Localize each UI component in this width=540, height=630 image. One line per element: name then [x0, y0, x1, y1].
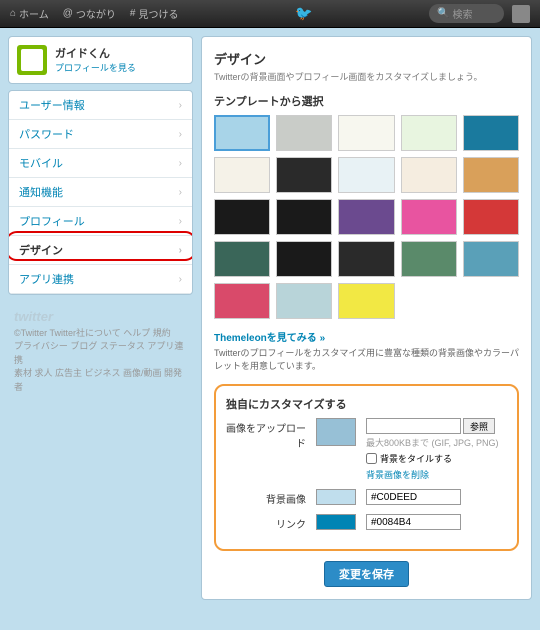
customize-panel: 独自にカスタマイズする 画像をアップロード 参照 最大800KBまで (GIF,…	[214, 384, 519, 551]
avatar	[17, 45, 47, 75]
template-thumb[interactable]	[276, 241, 332, 277]
chevron-right-icon: ›	[179, 187, 182, 198]
browse-button[interactable]: 参照	[463, 418, 495, 434]
chevron-right-icon: ›	[179, 100, 182, 111]
upload-hint: 最大800KBまで (GIF, JPG, PNG)	[366, 436, 507, 449]
bg-color-input[interactable]	[366, 489, 461, 505]
tile-bg-checkbox[interactable]: 背景をタイルする	[366, 452, 507, 465]
template-thumb[interactable]	[214, 241, 270, 277]
bg-preview-swatch	[316, 418, 356, 446]
menu-mobile[interactable]: モバイル›	[9, 149, 192, 178]
menu-user-info[interactable]: ユーザー情報›	[9, 91, 192, 120]
template-thumb[interactable]	[463, 157, 519, 193]
footer-links: twitter ©Twitter Twitter社について ヘルプ 規約 プライ…	[8, 301, 193, 400]
page-subtitle: Twitterの背景画面やプロフィール画面をカスタマイズしましょう。	[214, 70, 519, 83]
template-thumb[interactable]	[214, 157, 270, 193]
link-color-swatch[interactable]	[316, 514, 356, 530]
menu-notifications[interactable]: 通知機能›	[9, 178, 192, 207]
profile-name: ガイドくん	[55, 45, 136, 61]
nav-home[interactable]: ⌂ ホーム	[10, 6, 49, 21]
themeleon-link[interactable]: Themeleonを見てみる »	[214, 329, 519, 344]
template-thumb[interactable]	[214, 199, 270, 235]
chevron-right-icon: ›	[179, 245, 182, 256]
nav-connect[interactable]: @ つながり	[63, 6, 116, 21]
page-title: デザイン	[214, 49, 519, 68]
search-input[interactable]: 🔍 検索	[429, 4, 504, 23]
user-menu[interactable]	[512, 5, 530, 23]
template-thumb[interactable]	[214, 283, 270, 319]
main-content: デザイン Twitterの背景画面やプロフィール画面をカスタマイズしましょう。 …	[201, 36, 532, 600]
settings-menu: ユーザー情報› パスワード› モバイル› 通知機能› プロフィール› デザイン›…	[8, 90, 193, 295]
template-grid	[214, 115, 519, 319]
chevron-right-icon: ›	[179, 216, 182, 227]
save-button[interactable]: 変更を保存	[324, 561, 409, 587]
template-heading: テンプレートから選択	[214, 93, 519, 109]
file-path-input[interactable]	[366, 418, 461, 434]
customize-heading: 独自にカスタマイズする	[226, 396, 507, 412]
delete-bg-link[interactable]: 背景画像を削除	[366, 468, 429, 481]
themeleon-desc: Twitterのプロフィールをカスタマイズ用に豊富な種類の背景画像やカラーパレッ…	[214, 346, 519, 372]
template-thumb[interactable]	[401, 157, 457, 193]
menu-profile[interactable]: プロフィール›	[9, 207, 192, 236]
template-thumb[interactable]	[276, 283, 332, 319]
chevron-right-icon: ›	[179, 129, 182, 140]
template-thumb[interactable]	[463, 115, 519, 151]
bg-color-swatch[interactable]	[316, 489, 356, 505]
menu-password[interactable]: パスワード›	[9, 120, 192, 149]
twitter-bird-icon: 🐦	[178, 5, 429, 22]
template-thumb[interactable]	[338, 115, 394, 151]
template-thumb[interactable]	[276, 157, 332, 193]
topbar: ⌂ ホーム @ つながり # 見つける 🐦 🔍 検索	[0, 0, 540, 28]
template-thumb[interactable]	[463, 241, 519, 277]
profile-card: ガイドくん プロフィールを見る	[8, 36, 193, 84]
template-thumb[interactable]	[276, 115, 332, 151]
template-thumb[interactable]	[401, 241, 457, 277]
menu-apps[interactable]: アプリ連携›	[9, 265, 192, 294]
template-thumb[interactable]	[276, 199, 332, 235]
template-thumb[interactable]	[338, 241, 394, 277]
template-thumb[interactable]	[214, 115, 270, 151]
chevron-right-icon: ›	[179, 158, 182, 169]
menu-design[interactable]: デザイン›	[9, 236, 192, 265]
nav-discover[interactable]: # 見つける	[130, 6, 179, 21]
link-color-label: リンク	[226, 514, 306, 531]
template-thumb[interactable]	[338, 283, 394, 319]
template-thumb[interactable]	[401, 199, 457, 235]
chevron-right-icon: ›	[179, 274, 182, 285]
template-thumb[interactable]	[463, 199, 519, 235]
template-thumb[interactable]	[401, 115, 457, 151]
upload-label: 画像をアップロード	[226, 418, 306, 450]
link-color-input[interactable]	[366, 514, 461, 530]
template-thumb[interactable]	[338, 157, 394, 193]
template-thumb[interactable]	[338, 199, 394, 235]
twitter-logo: twitter	[14, 307, 187, 327]
bg-color-label: 背景画像	[226, 489, 306, 506]
view-profile-link[interactable]: プロフィールを見る	[55, 61, 136, 74]
